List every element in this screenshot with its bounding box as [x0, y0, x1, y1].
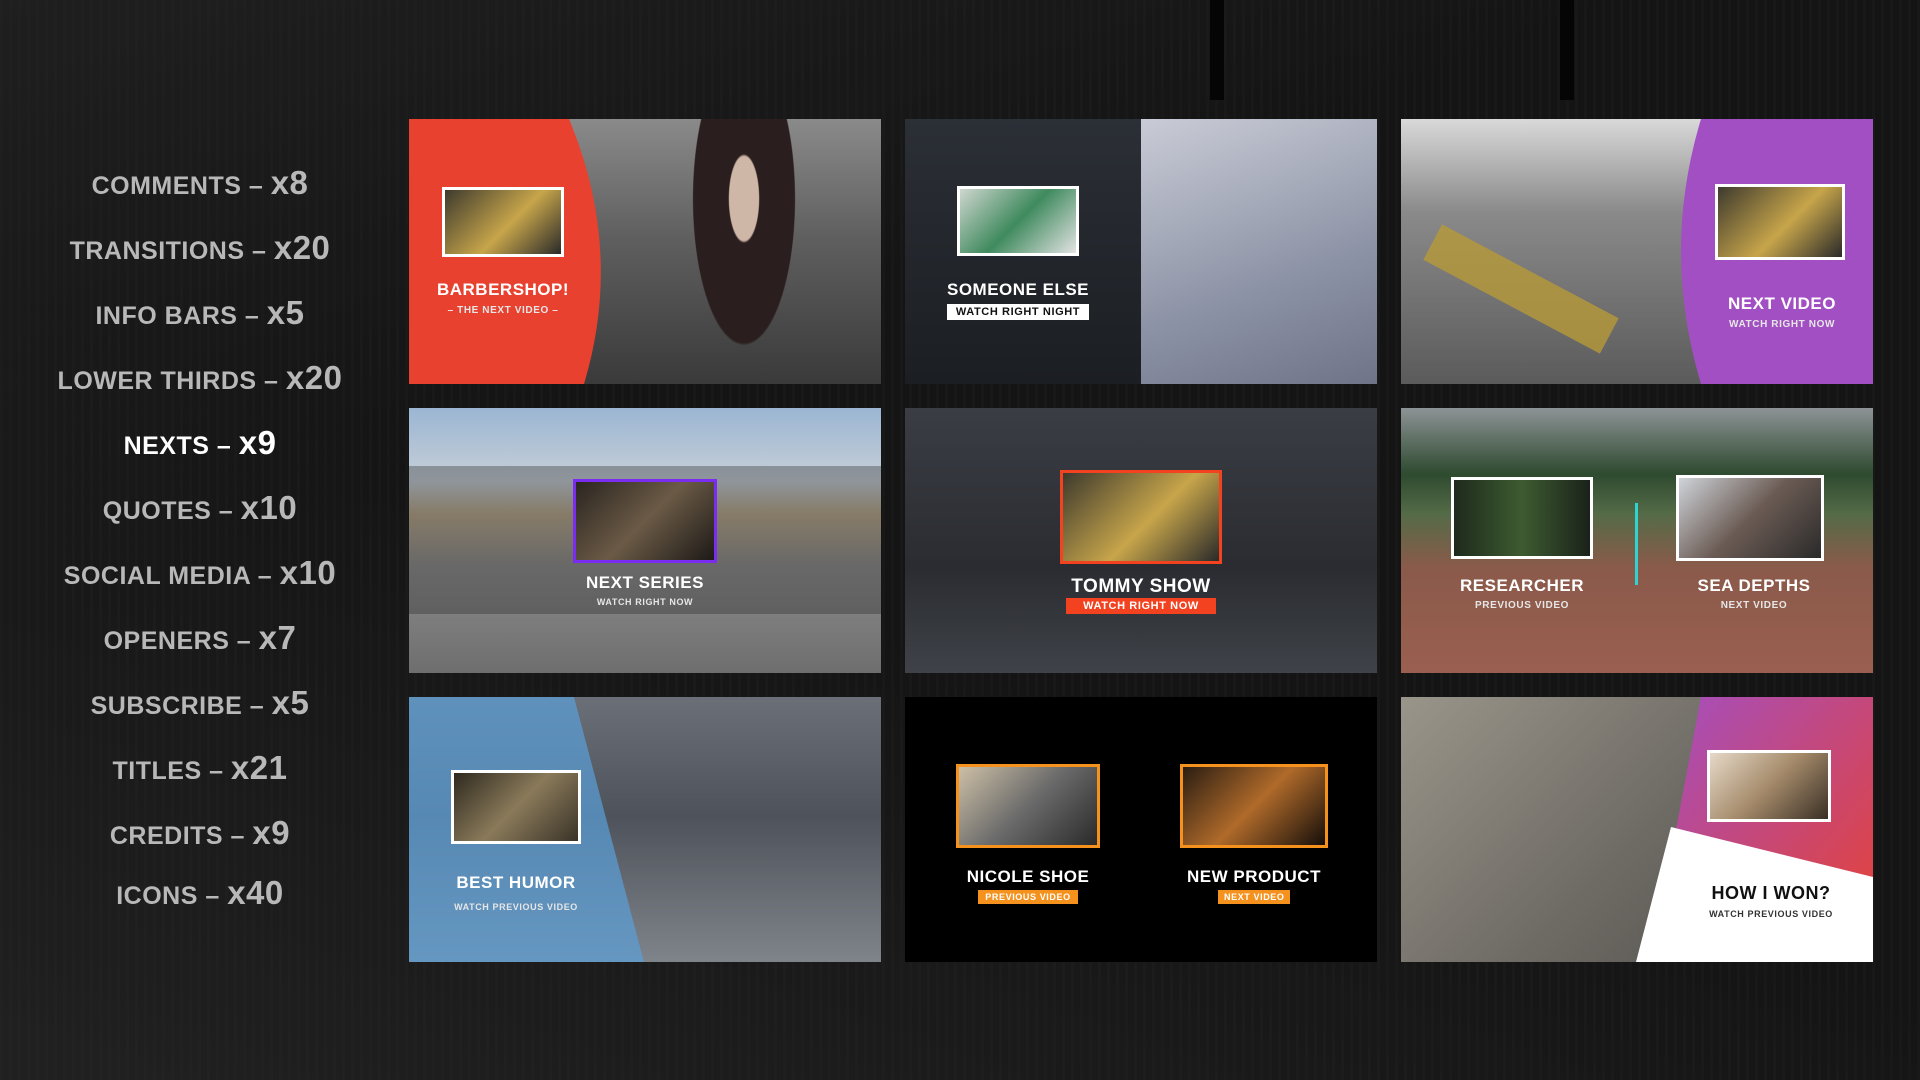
template-card-next-video[interactable]: NEXT VIDEO WATCH RIGHT NOW: [1401, 119, 1873, 384]
card-title-left: NICOLE SHOE: [966, 867, 1090, 886]
card-subtitle-pill: WATCH RIGHT NIGHT: [947, 304, 1089, 320]
template-card-researcher-sea-depths[interactable]: RESEARCHER PREVIOUS VIDEO SEA DEPTHS NEX…: [1401, 408, 1873, 673]
card-title: BEST HUMOR: [456, 873, 576, 892]
template-card-barbershop[interactable]: BARBERSHOP! – THE NEXT VIDEO –: [409, 119, 881, 384]
menu-item-nexts[interactable]: NEXTS – x9: [124, 410, 277, 475]
video-thumbnail-right: [1180, 764, 1328, 848]
menu-item-transitions[interactable]: TRANSITIONS – x20: [70, 215, 331, 280]
card-title: HOW I WON?: [1711, 883, 1831, 903]
menu-item-icons[interactable]: ICONS – x40: [116, 865, 284, 920]
card-title: NEXT VIDEO: [1728, 294, 1836, 313]
card-subtitle: WATCH PREVIOUS VIDEO: [1709, 909, 1833, 919]
menu-item-comments[interactable]: COMMENTS – x8: [92, 150, 309, 215]
card-title: BARBERSHOP!: [436, 280, 570, 299]
menu-item-quotes[interactable]: QUOTES – x10: [103, 475, 297, 540]
card-subtitle: WATCH RIGHT NOW: [1728, 319, 1836, 330]
ceiling-beam: [1210, 0, 1224, 100]
template-card-next-series[interactable]: NEXT SERIES WATCH RIGHT NOW: [409, 408, 881, 673]
video-thumbnail: [442, 187, 564, 257]
video-thumbnail-left: [1451, 477, 1593, 559]
card-subtitle-left: PREVIOUS VIDEO: [1475, 600, 1569, 611]
menu-item-lower-thirds[interactable]: LOWER THIRDS – x20: [58, 345, 343, 410]
category-menu: COMMENTS – x8 TRANSITIONS – x20 INFO BAR…: [40, 150, 360, 920]
card-subtitle: WATCH PREVIOUS VIDEO: [454, 902, 578, 912]
accent-shape: [1636, 697, 1873, 962]
card-title-right: SEA DEPTHS: [1697, 576, 1811, 595]
card-background-fabric: [1141, 119, 1377, 384]
video-thumbnail: [1060, 470, 1222, 564]
template-card-nicole-shoe-new-product[interactable]: NICOLE SHOE PREVIOUS VIDEO NEW PRODUCT N…: [905, 697, 1377, 962]
video-thumbnail-left: [956, 764, 1100, 848]
card-title-right: NEW PRODUCT: [1187, 867, 1321, 886]
menu-item-social-media[interactable]: SOCIAL MEDIA – x10: [64, 540, 336, 605]
menu-item-info-bars[interactable]: INFO BARS – x5: [95, 280, 304, 345]
card-subtitle: – THE NEXT VIDEO –: [447, 305, 559, 316]
menu-item-subscribe[interactable]: SUBSCRIBE – x5: [91, 670, 310, 735]
template-grid: BARBERSHOP! – THE NEXT VIDEO – SOMEONE E…: [409, 119, 1873, 962]
video-thumbnail: [451, 770, 581, 844]
card-subtitle-right-pill: NEXT VIDEO: [1218, 890, 1290, 904]
video-thumbnail-right: [1676, 475, 1824, 561]
card-title: TOMMY SHOW: [1071, 576, 1211, 597]
template-card-best-humor[interactable]: BEST HUMOR WATCH PREVIOUS VIDEO: [409, 697, 881, 962]
card-title-left: RESEARCHER: [1459, 576, 1585, 595]
menu-item-credits[interactable]: CREDITS – x9: [110, 800, 290, 865]
menu-item-openers[interactable]: OPENERS – x7: [104, 605, 297, 670]
template-card-someone-else[interactable]: SOMEONE ELSE WATCH RIGHT NIGHT: [905, 119, 1377, 384]
card-subtitle: WATCH RIGHT NOW: [596, 597, 694, 607]
video-thumbnail: [957, 186, 1079, 256]
video-thumbnail: [573, 479, 717, 563]
divider-line: [1635, 503, 1638, 585]
video-thumbnail: [1707, 750, 1831, 822]
card-title: NEXT SERIES: [586, 573, 704, 592]
card-subtitle-left-pill: PREVIOUS VIDEO: [978, 890, 1078, 904]
template-card-tommy-show[interactable]: TOMMY SHOW WATCH RIGHT NOW: [905, 408, 1377, 673]
template-card-how-i-won[interactable]: HOW I WON? WATCH PREVIOUS VIDEO: [1401, 697, 1873, 962]
menu-item-titles[interactable]: TITLES – x21: [113, 735, 288, 800]
ceiling-beam: [1560, 0, 1574, 100]
card-subtitle-right: NEXT VIDEO: [1720, 600, 1788, 611]
video-thumbnail: [1715, 184, 1845, 260]
card-subtitle-pill: WATCH RIGHT NOW: [1066, 598, 1216, 614]
card-title: SOMEONE ELSE: [946, 280, 1090, 299]
